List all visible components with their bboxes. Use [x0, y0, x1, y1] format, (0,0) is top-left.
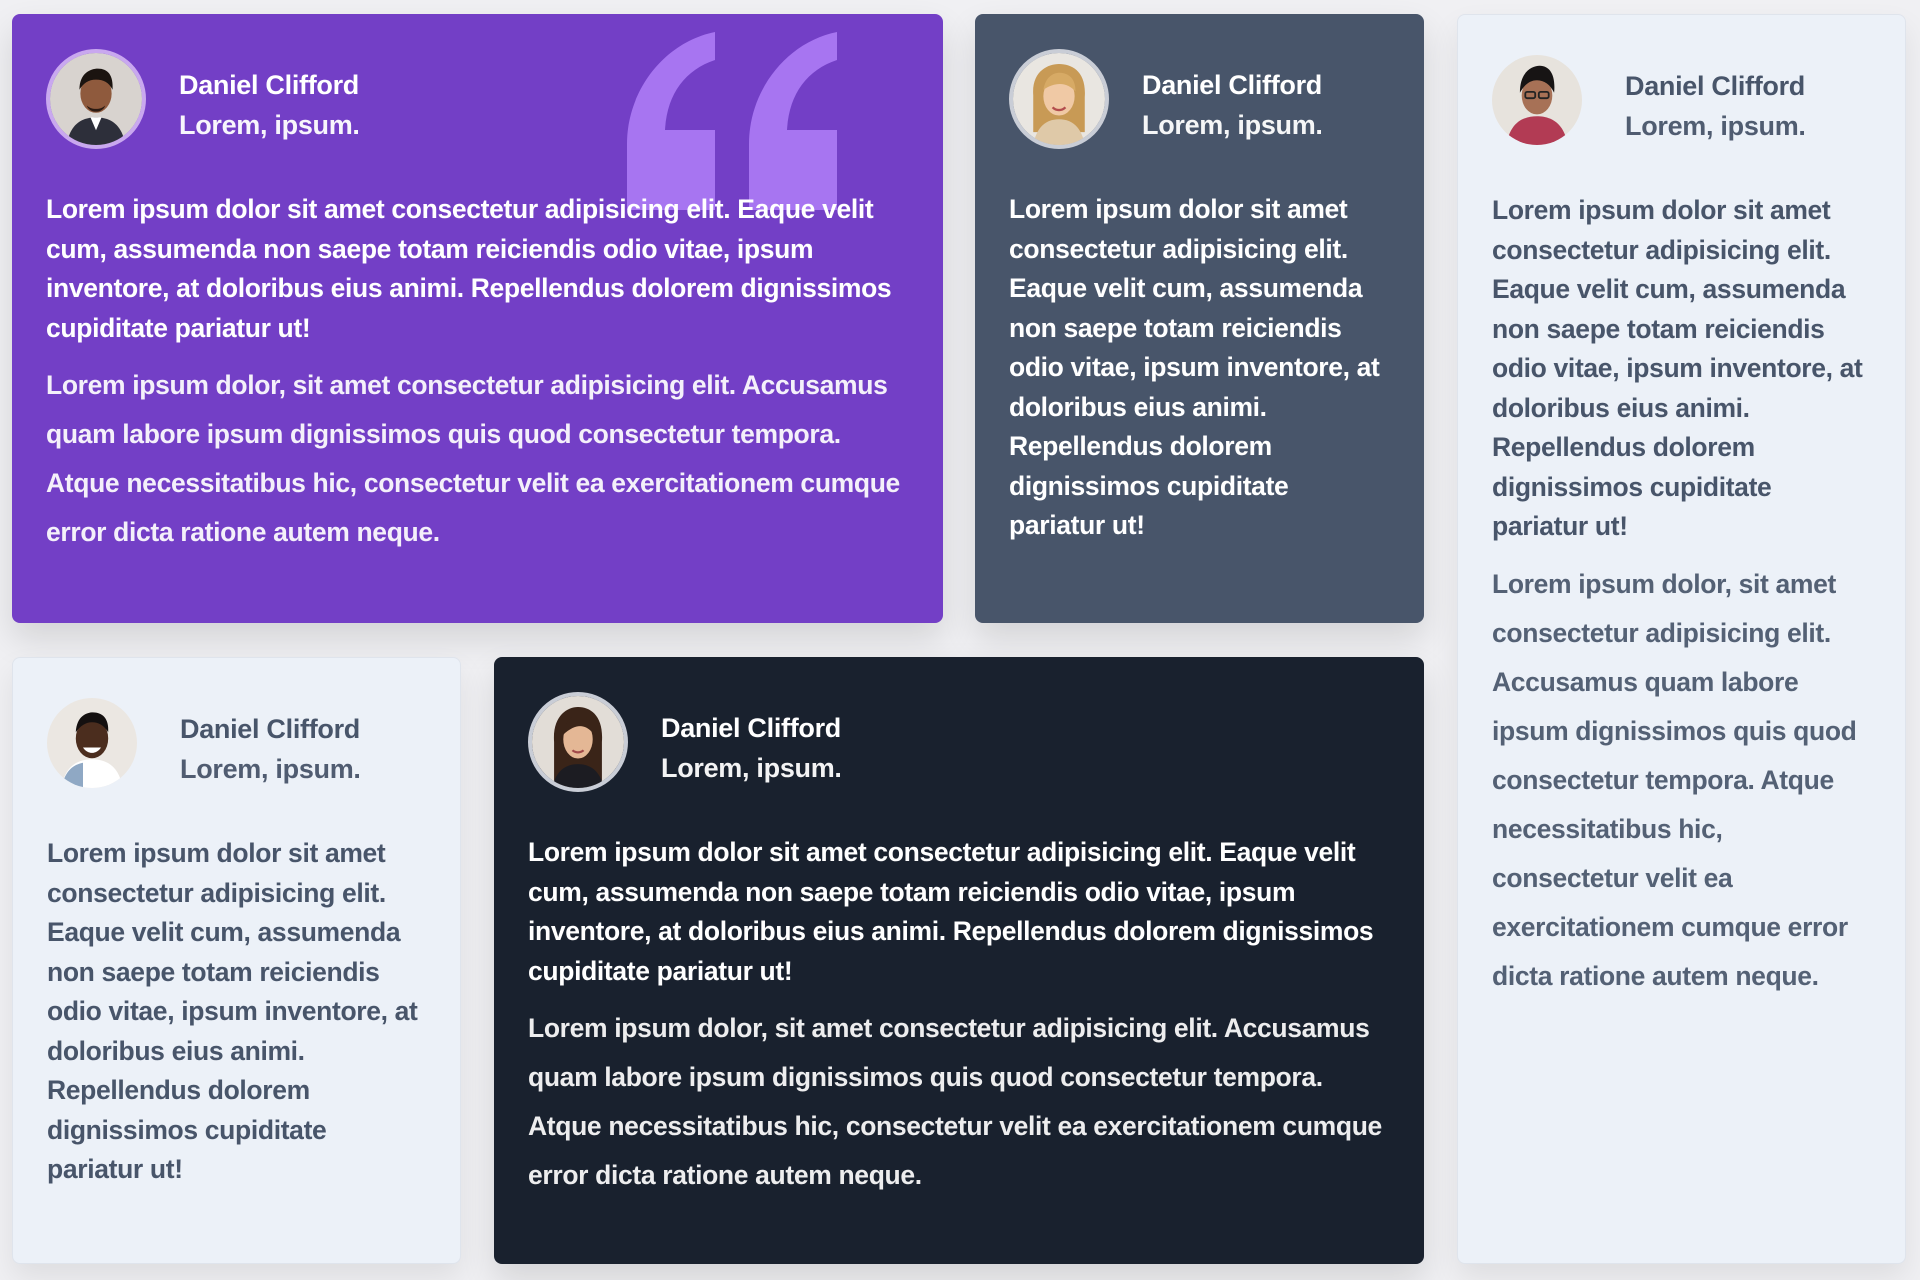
testimonial-card-5: Daniel Clifford Lorem, ipsum. Lorem ipsu… [494, 657, 1424, 1264]
author-role: Lorem, ipsum. [1142, 110, 1323, 140]
author-info: Daniel Clifford Lorem, ipsum. [180, 709, 361, 789]
testimonial-body: Lorem ipsum dolor sit amet consectetur a… [528, 833, 1390, 1200]
author-role: Lorem, ipsum. [661, 753, 842, 783]
author-name: Daniel Clifford [1142, 70, 1323, 100]
man-portrait-avatar [47, 698, 137, 788]
testimonial-card-2: Daniel Clifford Lorem, ipsum. Lorem ipsu… [975, 14, 1424, 623]
author-info: Daniel Clifford Lorem, ipsum. [1142, 65, 1323, 145]
man-portrait-avatar [50, 53, 142, 145]
testimonial-text: Lorem ipsum dolor sit amet consectetur a… [1492, 195, 1863, 541]
avatar [47, 698, 137, 788]
quotation-mark-icon [627, 32, 837, 210]
testimonials-grid: Daniel Clifford Lorem, ipsum. Lorem ipsu… [0, 0, 1920, 1280]
woman-portrait-avatar [532, 696, 624, 788]
man-portrait-avatar [1492, 55, 1582, 145]
testimonial-subtext: Lorem ipsum dolor, sit amet consectetur … [528, 1013, 1382, 1190]
author-name: Daniel Clifford [661, 713, 842, 743]
testimonial-text: Lorem ipsum dolor sit amet consectetur a… [47, 838, 418, 1184]
author-role: Lorem, ipsum. [179, 110, 360, 140]
testimonial-text: Lorem ipsum dolor sit amet consectetur a… [528, 837, 1374, 986]
author-name: Daniel Clifford [179, 70, 360, 100]
testimonial-card-3: Daniel Clifford Lorem, ipsum. Lorem ipsu… [1457, 14, 1906, 1264]
testimonial-subtext: Lorem ipsum dolor, sit amet consectetur … [1492, 568, 1857, 991]
author-info: Daniel Clifford Lorem, ipsum. [1625, 66, 1806, 146]
testimonial-body: Lorem ipsum dolor sit amet consectetur a… [46, 190, 909, 557]
avatar [528, 692, 628, 792]
testimonial-subtext: Lorem ipsum dolor, sit amet consectetur … [46, 370, 900, 547]
testimonial-text: Lorem ipsum dolor sit amet consectetur a… [46, 194, 892, 343]
testimonial-body: Lorem ipsum dolor sit amet consectetur a… [1492, 191, 1871, 1001]
testimonial-body: Lorem ipsum dolor sit amet consectetur a… [1009, 190, 1390, 546]
author-info: Daniel Clifford Lorem, ipsum. [661, 708, 842, 788]
author-info: Daniel Clifford Lorem, ipsum. [179, 65, 360, 145]
author-role: Lorem, ipsum. [1625, 111, 1806, 141]
testimonial-card-1: Daniel Clifford Lorem, ipsum. Lorem ipsu… [12, 14, 943, 623]
avatar [1492, 55, 1582, 145]
avatar [1009, 49, 1109, 149]
woman-portrait-avatar [1013, 53, 1105, 145]
author-name: Daniel Clifford [180, 714, 361, 744]
testimonial-text: Lorem ipsum dolor sit amet consectetur a… [1009, 194, 1380, 540]
author-role: Lorem, ipsum. [180, 754, 361, 784]
avatar [46, 49, 146, 149]
author-name: Daniel Clifford [1625, 71, 1806, 101]
testimonial-body: Lorem ipsum dolor sit amet consectetur a… [47, 834, 426, 1190]
testimonial-card-4: Daniel Clifford Lorem, ipsum. Lorem ipsu… [12, 657, 461, 1264]
